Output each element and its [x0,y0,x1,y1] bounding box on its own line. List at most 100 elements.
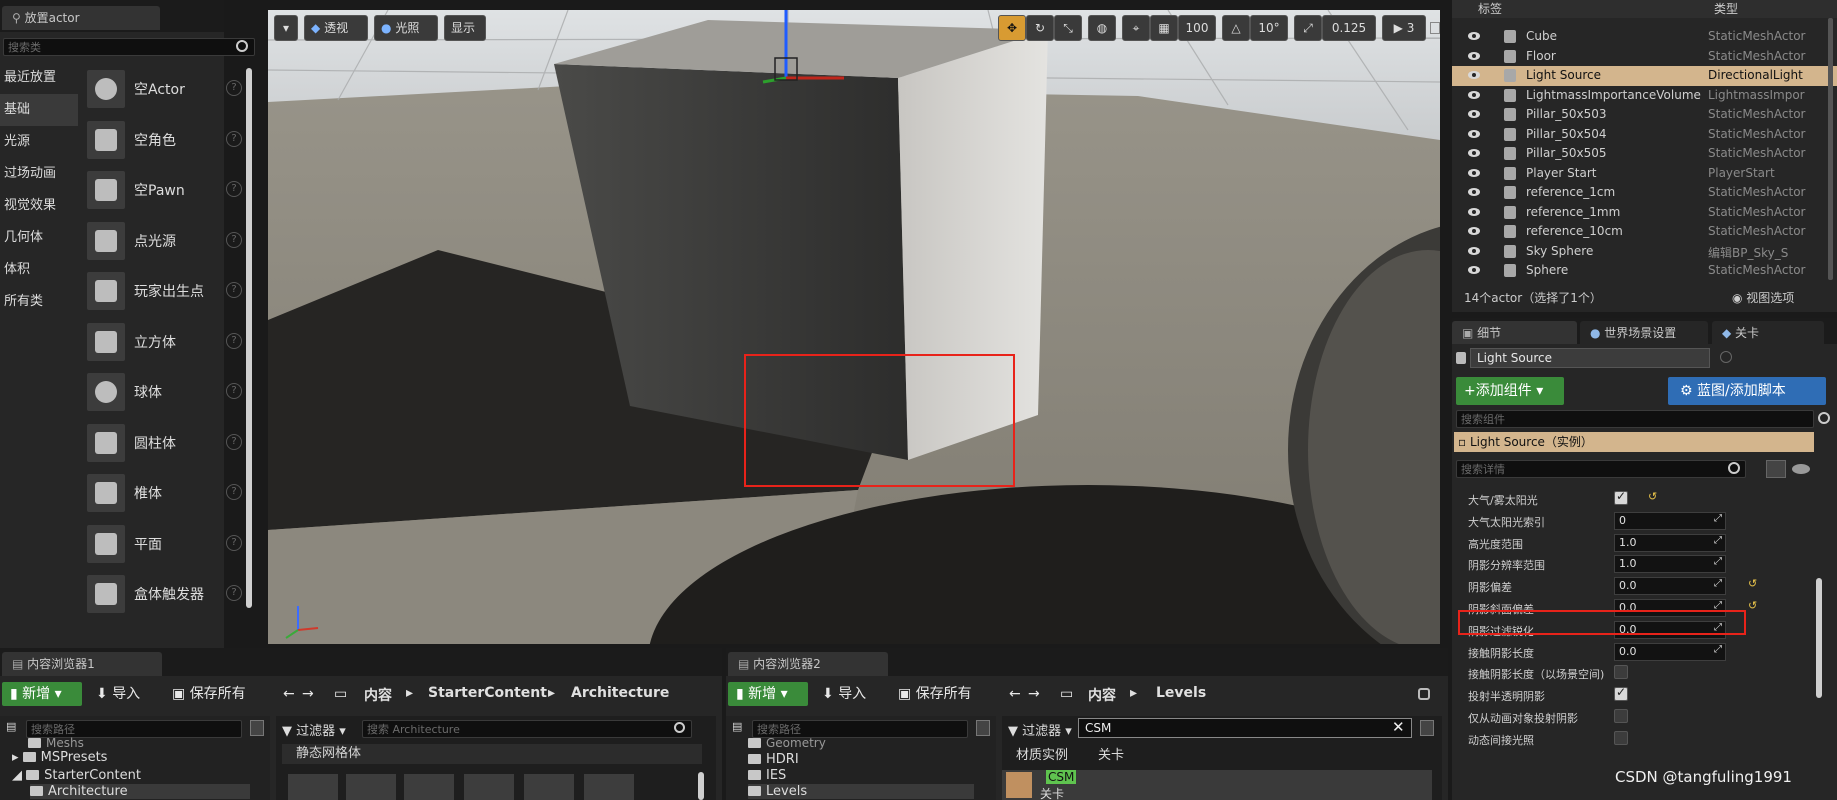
cb2-back-icon[interactable]: ← [1009,681,1021,707]
asset-thumb[interactable] [288,774,338,800]
cb2-forward-icon[interactable]: → [1028,681,1040,707]
cb1-category-header[interactable]: 静态网格体 [282,744,702,764]
property-value-field[interactable]: 1.0 [1614,555,1726,574]
actor-item[interactable]: 球体? [84,369,246,415]
actor-item[interactable]: 平面? [84,521,246,567]
outliner-row[interactable]: reference_10cm StaticMeshActor [1452,222,1837,242]
category-item[interactable]: 光源 [0,126,78,158]
outliner-row[interactable]: Light Source DirectionalLight [1452,66,1837,86]
rotate-tool-icon[interactable]: ↻ [1026,15,1054,41]
visibility-eye-icon[interactable] [1468,227,1480,235]
component-instance-row[interactable]: ▫ Light Source（实例） [1454,432,1814,452]
cb2-filters-button[interactable]: ▼ 过滤器 ▾ [1008,720,1072,739]
help-icon[interactable]: ? [226,282,242,298]
help-icon[interactable]: ? [226,231,242,248]
cb1-asset-search[interactable]: 搜索 Architecture [362,720,692,738]
visibility-eye-icon[interactable] [1468,188,1480,196]
cb1-tree-settings-icon[interactable] [250,720,264,736]
asset-thumb[interactable] [524,774,574,800]
visibility-eye-icon[interactable] [1468,90,1480,99]
grid-snap-value[interactable]: 100 [1178,15,1216,41]
outliner-row[interactable]: reference_1cm StaticMeshActor [1452,183,1837,203]
actor-item[interactable]: 空角色? [84,117,246,163]
asset-thumb[interactable] [346,774,396,800]
help-icon[interactable]: ? [226,585,242,601]
actor-item[interactable]: 点光源? [84,218,246,264]
viewport[interactable]: ▾ ◆ 透视 ● 光照 显示 ✥ ↻ ⤡ ◍ ⌖ ▦ 100 △ 10° ⤢ 0… [268,10,1440,644]
cb1-forward-icon[interactable]: → [302,681,314,707]
lighting-mode-button[interactable]: ● 光照 [374,15,438,41]
category-item[interactable]: 几何体 [0,222,78,254]
rotation-snap-value[interactable]: 10° [1250,15,1288,41]
cb2-tree-item-0[interactable]: Geometry [748,736,826,750]
cb2-asset-search[interactable]: CSM [1078,718,1412,738]
actor-item[interactable]: 空Actor? [84,66,246,112]
asset-thumb[interactable] [464,774,514,800]
property-checkbox[interactable] [1614,709,1628,723]
cb1-breadcrumb-2[interactable]: Architecture [571,685,669,701]
cb2-tree-item-1[interactable]: HDRI [748,752,799,767]
property-checkbox[interactable] [1614,730,1628,745]
value-drag-icon[interactable]: ⤢ [1714,644,1722,655]
cb1-breadcrumb-0[interactable]: 内容 [364,685,392,705]
visibility-eye-icon[interactable] [1468,129,1480,138]
category-item[interactable]: 体积 [0,254,78,286]
surface-snap-icon[interactable]: ⌖ [1122,15,1150,41]
cb2-asset-tab-0[interactable]: 材质实例 [1016,744,1068,763]
clear-search-icon[interactable]: ✕ [1392,718,1405,736]
outliner-col-type[interactable]: 类型 [1714,0,1738,17]
tab-levels[interactable]: ◆ 关卡 [1712,321,1824,344]
outliner-row[interactable]: Player Start PlayerStart [1452,164,1837,184]
cb2-asset-row[interactable]: CSM 关卡 [1002,770,1432,800]
visibility-eye-icon[interactable] [1468,207,1480,216]
lock-icon[interactable] [1720,351,1732,363]
cb2-lock-icon[interactable] [1418,688,1430,700]
cb1-tree-item-3[interactable]: Architecture [30,784,250,799]
property-checkbox[interactable] [1614,489,1628,505]
component-search-input[interactable]: 搜索组件 [1456,410,1814,428]
class-search-input[interactable]: 搜索类 [3,38,255,56]
grid-snap-icon[interactable]: ▦ [1150,15,1178,41]
details-search-input[interactable]: 搜索详情 [1456,460,1746,478]
cb1-tab[interactable]: ▤ 内容浏览器1 [2,652,162,676]
reset-default-icon[interactable]: ↺ [1748,577,1757,590]
rotation-snap-icon[interactable]: △ [1222,15,1250,41]
value-drag-icon[interactable]: ⤢ [1714,556,1722,567]
help-icon[interactable]: ? [226,433,242,450]
outliner-row[interactable]: Cube StaticMeshActor [1452,27,1837,47]
scale-snap-value[interactable]: 0.125 [1322,15,1376,41]
category-item[interactable]: 基础 [0,94,78,126]
camera-speed-button[interactable]: ▶ 3 [1382,15,1426,41]
cb1-tree-item-2[interactable]: ◢ StarterContent [12,768,141,783]
add-component-button[interactable]: +添加组件 ▾ [1456,377,1564,405]
cb2-tab[interactable]: ▤ 内容浏览器2 [728,652,888,676]
help-icon[interactable]: ? [226,181,242,197]
world-local-icon[interactable]: ◍ [1088,15,1116,41]
property-matrix-icon[interactable] [1766,460,1786,478]
help-icon[interactable]: ? [226,534,242,551]
outliner-row[interactable]: Sky Sphere 编辑BP_Sky_S [1452,242,1837,262]
show-button[interactable]: 显示 [444,15,486,41]
cb1-import-button[interactable]: ⬇ 导入 [96,681,140,707]
actor-item[interactable]: 空Pawn? [84,167,246,213]
property-value-field[interactable]: 0 [1614,511,1726,530]
outliner-row[interactable]: Pillar_50x505 StaticMeshActor [1452,144,1837,164]
help-icon[interactable]: ? [226,484,242,500]
value-drag-icon[interactable]: ⤢ [1714,535,1722,546]
cb1-filters-button[interactable]: ▼ 过滤器 ▾ [282,720,346,739]
visibility-eye-icon[interactable] [1468,168,1480,177]
visibility-eye-icon[interactable] [1468,71,1480,79]
outliner-row[interactable]: LightmassImportanceVolume LightmassImpor [1452,86,1837,106]
view-mode-button[interactable]: ◆ 透视 [304,15,368,41]
view-options-button[interactable]: ◉ 视图选项 [1732,289,1794,306]
cb1-tree-toggle-icon[interactable]: ▤ [6,720,16,733]
cb1-save-all-button[interactable]: ▣ 保存所有 [172,681,246,707]
cb2-tree-toggle-icon[interactable]: ▤ [732,720,742,733]
viewport-menu-button[interactable]: ▾ [274,15,298,41]
visibility-eye-icon[interactable] [1468,32,1480,40]
cb1-tree-item-0[interactable]: Meshs [28,736,84,750]
cb2-tree-settings-icon[interactable] [976,720,990,736]
outliner-row[interactable]: Floor StaticMeshActor [1452,47,1837,67]
reset-default-icon[interactable]: ↺ [1648,490,1657,503]
property-checkbox[interactable] [1614,685,1628,702]
